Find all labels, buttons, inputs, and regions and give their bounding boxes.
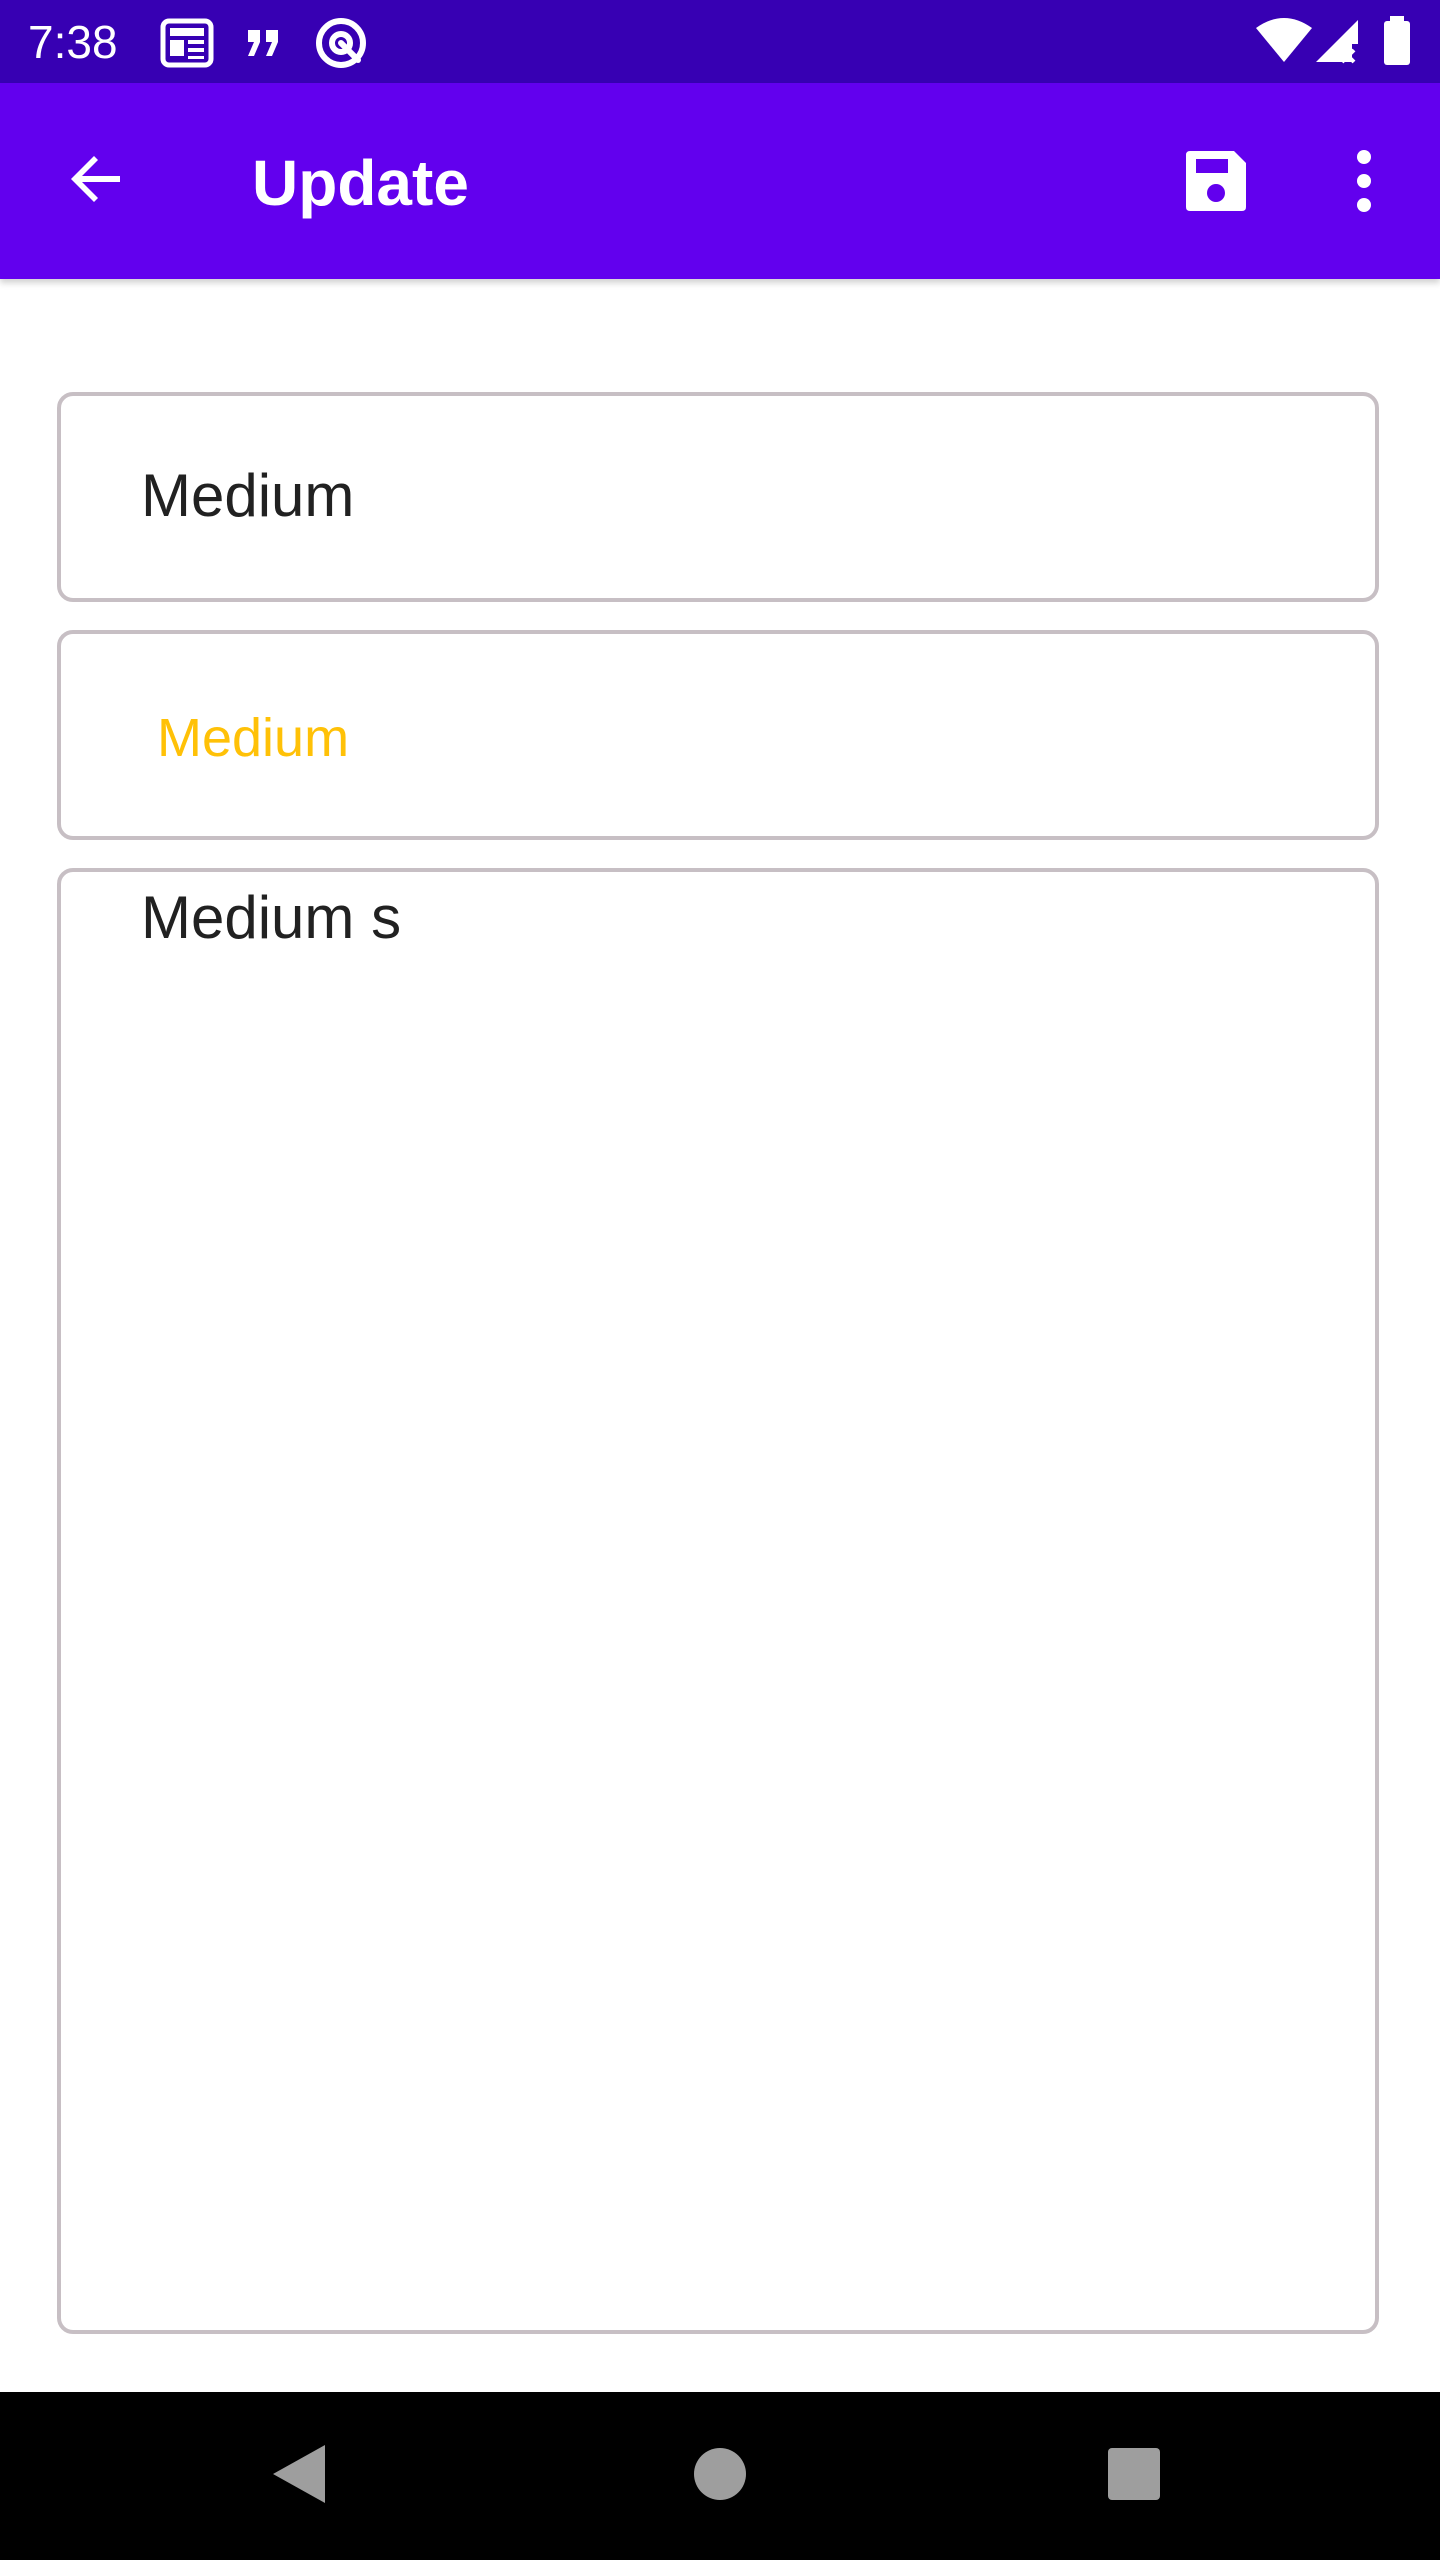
nav-back-button[interactable] <box>258 2434 342 2518</box>
home-circle-icon <box>690 2444 750 2509</box>
back-button[interactable] <box>48 133 144 229</box>
status-bar: 7:38 <box>0 0 1440 83</box>
save-button[interactable] <box>1166 133 1266 233</box>
arrow-back-icon <box>64 147 128 216</box>
more-vert-icon <box>1354 149 1374 218</box>
wifi-icon <box>1254 16 1314 69</box>
description-field-value: Medium s <box>141 884 402 951</box>
overflow-menu-button[interactable] <box>1328 133 1400 233</box>
save-icon <box>1182 147 1250 220</box>
nav-home-button[interactable] <box>678 2434 762 2518</box>
title-field[interactable]: Medium <box>57 392 1379 602</box>
title-field-value: Medium <box>141 462 355 529</box>
description-field[interactable]: Medium s <box>57 868 1379 2334</box>
nav-recents-button[interactable] <box>1092 2434 1176 2518</box>
recents-square-icon <box>1106 2446 1162 2507</box>
at-sign-icon <box>314 16 368 75</box>
battery-icon <box>1382 16 1412 71</box>
back-triangle-icon <box>267 2441 333 2512</box>
priority-field-value: Medium <box>157 708 350 768</box>
app-bar: Update <box>0 83 1440 279</box>
news-icon <box>160 18 214 73</box>
page-title: Update <box>252 147 469 219</box>
quote-icon <box>244 26 284 65</box>
status-time: 7:38 <box>28 16 118 68</box>
priority-field[interactable]: Medium <box>57 630 1379 840</box>
cellular-no-signal-icon <box>1312 16 1362 71</box>
system-navigation-bar <box>0 2392 1440 2560</box>
